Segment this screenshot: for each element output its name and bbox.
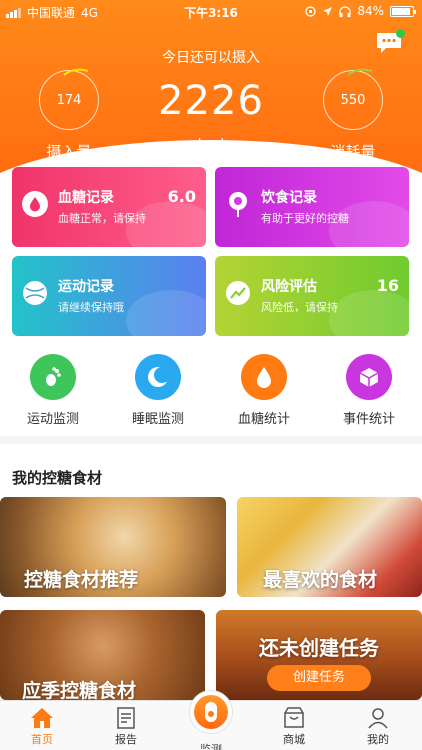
burned-ring[interactable]: 550 — [323, 68, 383, 130]
recommended-food-tile[interactable]: 控糖食材推荐 — [0, 497, 226, 597]
tab-label: 我的 — [367, 733, 389, 746]
unread-dot — [396, 29, 405, 38]
task-tile: 还未创建任务 创建任务 — [216, 610, 422, 700]
tile-label: 还未创建任务 — [259, 636, 379, 660]
card-value: 6.0 — [167, 187, 196, 206]
risk-assessment-card[interactable]: 风险评估 风险低，请保持 16 — [215, 256, 409, 336]
ball-icon — [23, 281, 47, 305]
tab-label: 首页 — [31, 733, 53, 746]
battery-percent: 84% — [357, 4, 384, 18]
blood-sugar-record-card[interactable]: 血糖记录 血糖正常，请保持 6.0 — [12, 167, 206, 247]
lollipop-icon — [229, 192, 247, 217]
monitor-center-button[interactable] — [189, 690, 233, 734]
status-bar: 中国联通 4G 下午3:16 84% — [0, 0, 422, 24]
seasonal-food-tile[interactable]: 应季控糖食材 — [0, 610, 205, 700]
favorite-food-tile[interactable]: 最喜欢的食材 — [237, 497, 422, 597]
header-panel: 中国联通 4G 下午3:16 84% 今日还可以摄入 2226 kcal 174… — [0, 0, 422, 260]
tab-label: 监测 — [200, 743, 222, 750]
card-title: 饮食记录 — [261, 190, 317, 206]
location-icon — [323, 6, 333, 16]
tab-report[interactable]: 报告 — [96, 705, 156, 747]
trend-icon — [226, 281, 250, 305]
tab-mine[interactable]: 我的 — [348, 705, 408, 747]
quick-nav-label: 运动监测 — [26, 412, 79, 427]
intake-ring[interactable]: 174 — [39, 68, 99, 130]
home-icon — [31, 708, 53, 728]
card-subtitle: 血糖正常，请保持 — [58, 212, 146, 225]
exercise-record-card[interactable]: 运动记录 请继续保持哦 — [12, 256, 206, 336]
drop-icon — [22, 191, 48, 217]
today-label: 今日还可以摄入 — [162, 50, 260, 66]
headphones-icon — [339, 5, 351, 17]
tile-label: 最喜欢的食材 — [263, 569, 378, 591]
drop-icon — [241, 354, 287, 400]
card-decoration — [329, 290, 409, 336]
moon-icon — [135, 354, 181, 400]
intake-progress-arc — [63, 68, 89, 76]
report-icon — [117, 707, 135, 729]
intake-value: 174 — [56, 92, 82, 108]
quick-nav-label: 睡眠监测 — [131, 412, 184, 427]
quick-nav-label: 事件统计 — [342, 412, 395, 427]
card-subtitle: 有助于更好的控糖 — [261, 212, 349, 225]
card-value: 16 — [376, 276, 399, 295]
tab-label: 商城 — [283, 733, 305, 746]
cube-icon — [346, 354, 392, 400]
tab-label: 报告 — [115, 733, 137, 746]
lock-rotation-icon — [305, 5, 316, 17]
shop-icon — [284, 707, 304, 728]
quick-nav-exercise-monitor[interactable]: 运动监测 — [13, 354, 93, 427]
quick-nav-sleep-monitor[interactable]: 睡眠监测 — [118, 354, 198, 427]
burned-value: 550 — [340, 92, 366, 108]
card-subtitle: 请继续保持哦 — [58, 301, 124, 314]
diet-record-card[interactable]: 饮食记录 有助于更好的控糖 — [215, 167, 409, 247]
section-divider — [0, 436, 422, 444]
tile-label: 应季控糖食材 — [22, 680, 137, 700]
card-decoration — [126, 290, 206, 336]
tile-label: 控糖食材推荐 — [24, 569, 139, 591]
intake-label: 摄入量 — [46, 143, 92, 161]
home-screen: 中国联通 4G 下午3:16 84% 今日还可以摄入 2226 kcal 174… — [0, 0, 422, 750]
burned-label: 消耗量 — [330, 143, 376, 161]
card-title: 风险评估 — [261, 279, 317, 295]
create-task-button[interactable]: 创建任务 — [267, 665, 371, 691]
quick-nav-blood-sugar-stats[interactable]: 血糖统计 — [224, 354, 304, 427]
card-title: 血糖记录 — [58, 190, 114, 206]
tab-home[interactable]: 首页 — [12, 705, 72, 747]
section-title: 我的控糖食材 — [12, 469, 103, 487]
tab-mall[interactable]: 商城 — [264, 705, 324, 747]
card-subtitle: 风险低，请保持 — [261, 301, 338, 314]
burned-progress-arc — [347, 68, 373, 76]
user-icon — [368, 708, 388, 729]
monitor-icon — [205, 702, 217, 722]
footprint-icon — [30, 354, 76, 400]
card-title: 运动记录 — [58, 279, 114, 295]
quick-nav-label: 血糖统计 — [237, 412, 290, 427]
quick-nav-event-stats[interactable]: 事件统计 — [329, 354, 409, 427]
battery-icon — [390, 5, 416, 17]
